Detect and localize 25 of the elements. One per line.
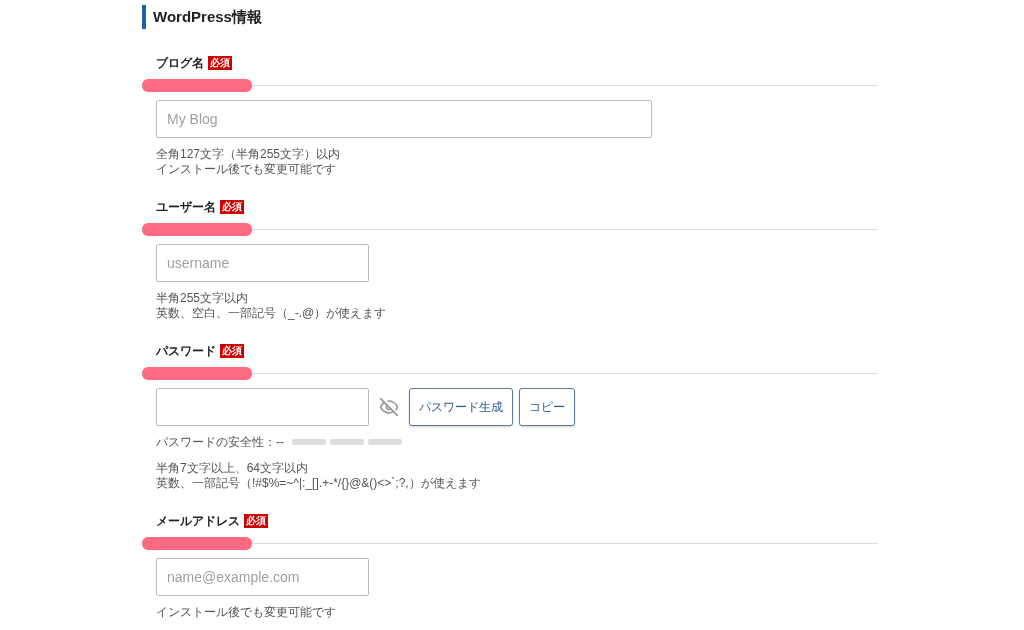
section-heading: WordPress情報 — [153, 6, 262, 27]
hide-password-icon[interactable] — [379, 397, 399, 417]
help-text: 英数、一部記号（!#$%=~^|:_[].+-*/{}@&()<>`;?,）が使えます — [156, 476, 482, 491]
help-text: 全角127文字（半角255文字）以内 — [156, 147, 342, 162]
help-text: 英数、空白、一部記号（_-.@）が使えます — [156, 306, 388, 321]
input-field[interactable]: username — [156, 244, 369, 282]
field-label: ユーザー名 — [156, 199, 216, 216]
required-badge: 必須 — [244, 514, 268, 528]
copy-button[interactable]: コピー — [519, 388, 575, 426]
field-label: ブログ名 — [156, 55, 204, 72]
strength-label: パスワードの安全性：-- — [156, 434, 284, 451]
input-field[interactable]: name@example.com — [156, 558, 369, 596]
required-badge: 必須 — [208, 56, 232, 70]
help-text: インストール後でも変更可能です — [156, 605, 337, 620]
field-label: パスワード — [156, 343, 216, 360]
required-badge: 必須 — [220, 200, 244, 214]
field-label: メールアドレス — [156, 513, 240, 530]
help-text: 半角7文字以上、64文字以内 — [156, 461, 310, 476]
help-text: インストール後でも変更可能です — [156, 162, 337, 177]
required-badge: 必須 — [220, 344, 244, 358]
help-text: 半角255文字以内 — [156, 291, 250, 306]
password-field[interactable] — [156, 388, 369, 426]
input-field[interactable]: My Blog — [156, 100, 652, 138]
heading-accent-bar — [142, 5, 146, 29]
generate-password-button[interactable]: パスワード生成 — [409, 388, 513, 426]
